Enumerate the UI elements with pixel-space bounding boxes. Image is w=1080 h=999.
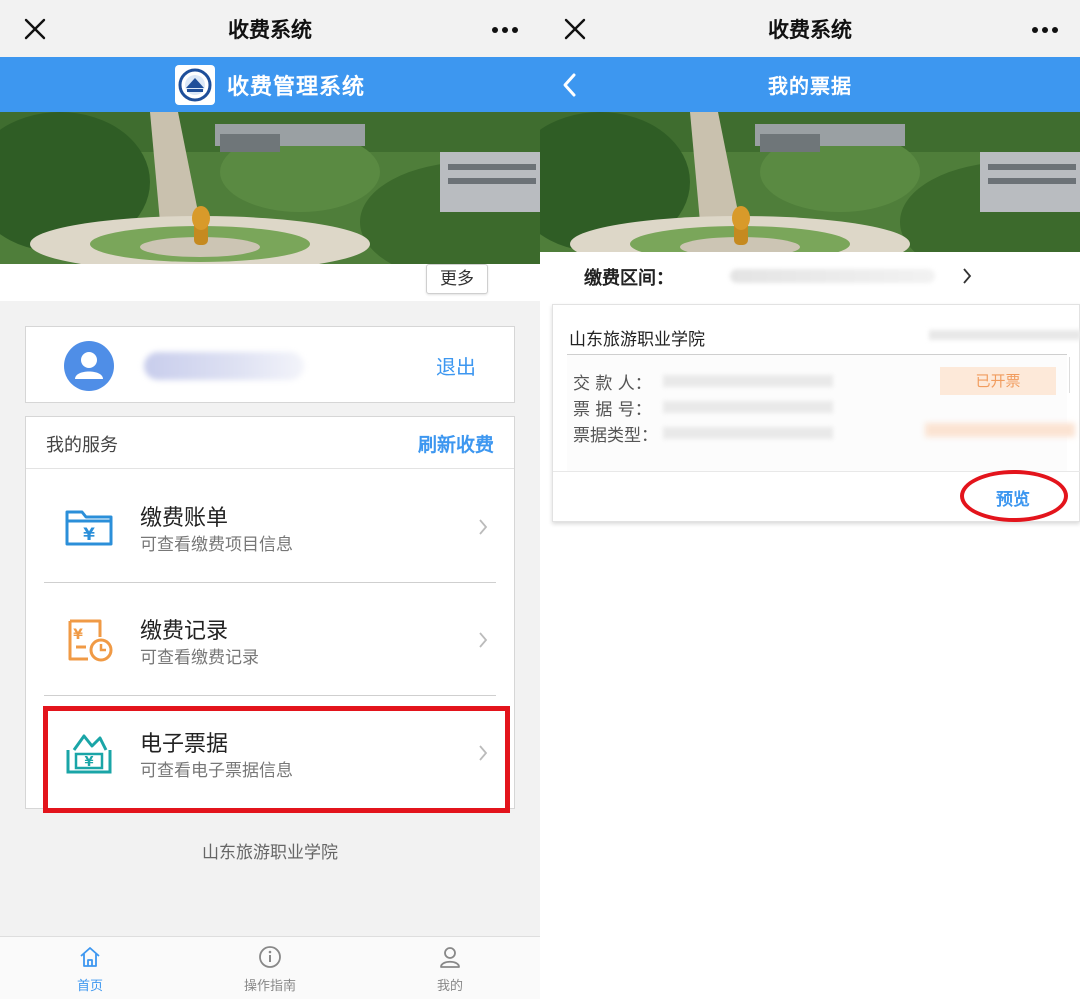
campus-banner-image xyxy=(540,112,1080,264)
tab-mine[interactable]: 我的 xyxy=(400,945,500,994)
highlight-ellipse xyxy=(960,470,1068,522)
app-header: 收费管理系统 xyxy=(0,57,540,112)
period-label: 缴费区间： xyxy=(584,268,674,289)
chevron-right-icon xyxy=(479,519,488,535)
service-item-payment-bill[interactable]: ¥ 缴费账单 可查看缴费项目信息 xyxy=(26,470,514,582)
more-button[interactable]: 更多 xyxy=(426,264,488,294)
service-item-payment-record[interactable]: ¥ 缴费记录 可查看缴费记录 xyxy=(26,583,514,695)
chevron-right-icon xyxy=(479,632,488,648)
service-desc: 可查看缴费记录 xyxy=(140,648,259,668)
more-options-icon[interactable] xyxy=(1032,27,1058,33)
highlight-box xyxy=(43,706,510,813)
redacted-text xyxy=(925,423,1075,437)
services-label: 我的服务 xyxy=(46,435,118,456)
folder-yuan-icon: ¥ xyxy=(65,510,113,546)
svg-text:¥: ¥ xyxy=(73,627,83,643)
tab-label: 首页 xyxy=(76,979,103,994)
avatar xyxy=(64,341,114,391)
footer-school-name: 山东旅游职业学院 xyxy=(202,843,338,863)
wechat-title: 收费系统 xyxy=(768,18,852,42)
invoice-type-redacted xyxy=(663,427,833,439)
invoice-number-redacted xyxy=(663,401,833,413)
user-name-redacted xyxy=(144,352,304,380)
status-badge: 已开票 xyxy=(940,367,1056,395)
header-title: 我的票据 xyxy=(768,74,852,98)
bottom-tab-bar: 首页 操作指南 我的 xyxy=(0,936,540,999)
redacted-text xyxy=(929,330,1080,340)
user-card: 退出 xyxy=(25,326,515,403)
chevron-right-icon xyxy=(963,268,972,284)
more-strip: 更多 xyxy=(0,264,540,301)
home-screen: 收费系统 收费管理系统 更多 退出 我的服务 刷新收费 ¥ 缴费账单 可查看缴费… xyxy=(0,0,540,999)
services-header: 我的服务 刷新收费 xyxy=(26,417,514,469)
svg-text:¥: ¥ xyxy=(83,525,95,545)
divider xyxy=(1069,357,1070,393)
info-icon xyxy=(259,946,281,968)
my-invoices-screen: 收费系统 我的票据 缴费区间： 山东旅游职业学院 交 款 人： 票 据 号： 票… xyxy=(540,0,1080,999)
receipt-clock-icon: ¥ xyxy=(68,619,113,662)
school-logo-icon xyxy=(174,64,215,105)
invoice-type-label: 票据类型： xyxy=(573,426,658,446)
payer-label: 交 款 人： xyxy=(573,374,652,394)
wechat-top-bar: 收费系统 xyxy=(540,0,1080,57)
period-value-redacted xyxy=(730,269,935,283)
header-title: 收费管理系统 xyxy=(226,74,365,100)
tab-label: 我的 xyxy=(436,979,463,994)
service-title: 缴费账单 xyxy=(140,506,229,531)
tab-home[interactable]: 首页 xyxy=(40,945,140,994)
tab-label: 操作指南 xyxy=(243,979,296,994)
campus-banner-image xyxy=(0,112,540,264)
tab-guide[interactable]: 操作指南 xyxy=(220,945,320,994)
refresh-fees-button[interactable]: 刷新收费 xyxy=(418,430,494,457)
service-title: 缴费记录 xyxy=(140,619,229,644)
more-options-icon[interactable] xyxy=(492,27,518,33)
logout-button[interactable]: 退出 xyxy=(436,351,476,380)
home-icon xyxy=(80,947,100,967)
wechat-title: 收费系统 xyxy=(228,18,312,42)
invoice-school-name: 山东旅游职业学院 xyxy=(569,330,705,350)
app-header: 我的票据 xyxy=(540,57,1080,112)
payment-period-selector[interactable]: 缴费区间： xyxy=(540,252,1080,300)
user-icon xyxy=(440,947,460,968)
invoice-number-label: 票 据 号： xyxy=(573,400,652,420)
payer-redacted xyxy=(663,375,833,387)
wechat-top-bar: 收费系统 xyxy=(0,0,540,57)
service-desc: 可查看缴费项目信息 xyxy=(140,535,293,555)
